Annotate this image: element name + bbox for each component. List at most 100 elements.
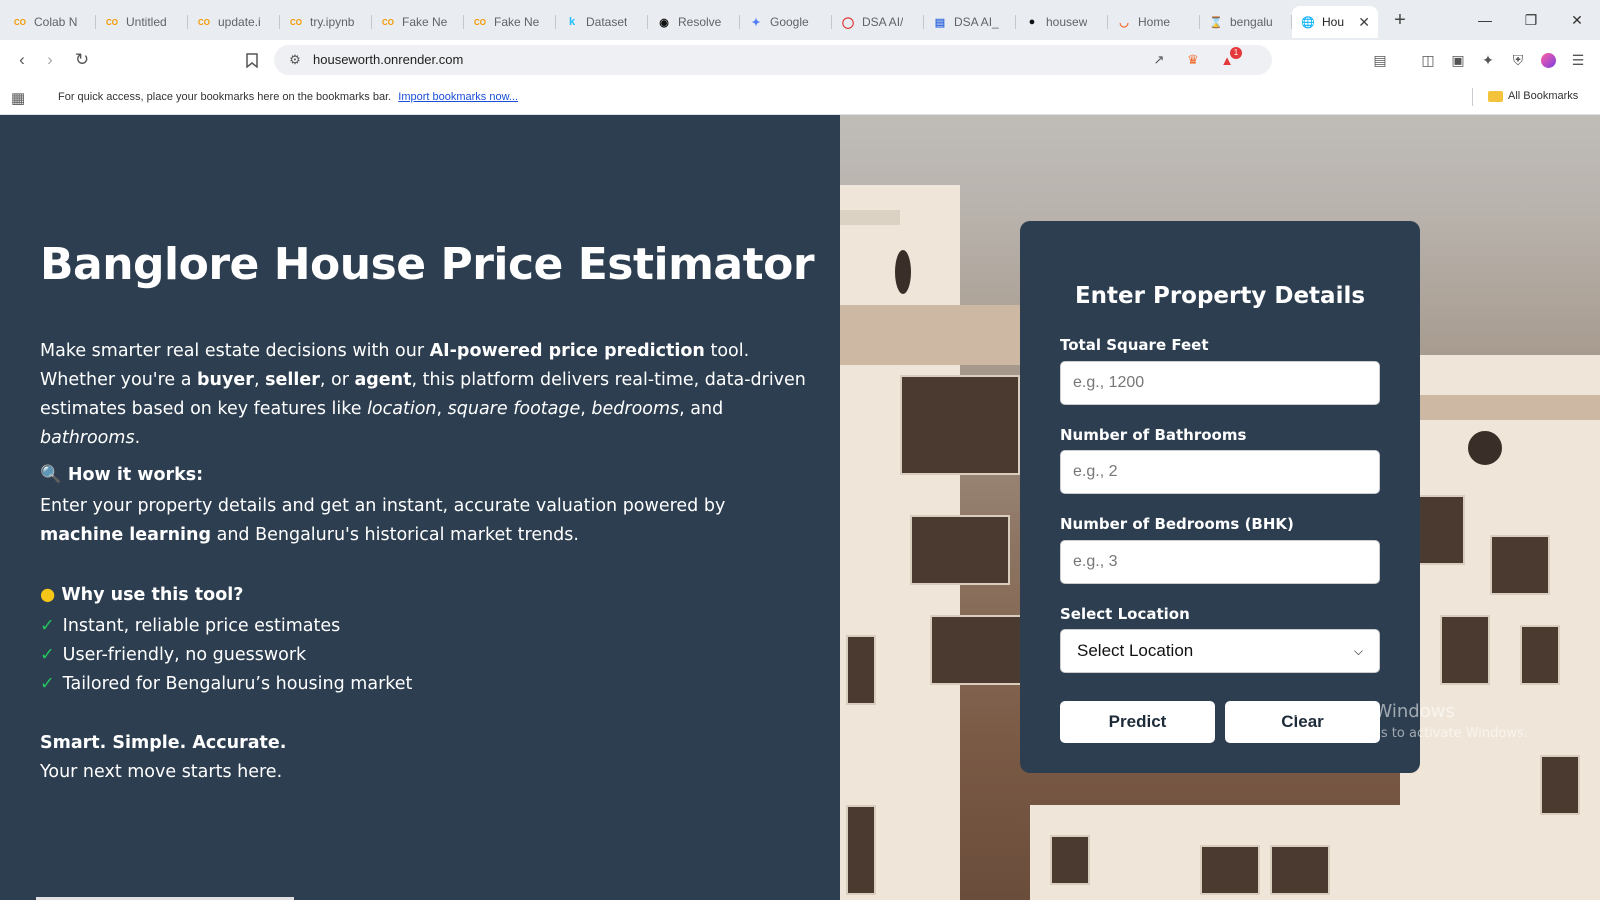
menu-icon[interactable]: ☰	[1568, 50, 1588, 70]
github-icon: ●	[1028, 16, 1036, 28]
restore-button[interactable]: ❐	[1508, 0, 1554, 40]
browser-toolbar: ‹ › ↻ ⚙ houseworth.onrender.com ↗ ♛ ▲ 1 …	[0, 40, 1600, 80]
tab-label: DSA AI/	[862, 15, 904, 29]
colab-icon: CO	[382, 17, 394, 27]
tab-label: Resolve	[678, 15, 722, 29]
site-settings-icon[interactable]: ⚙	[286, 51, 304, 69]
intro-text: ,	[580, 399, 592, 419]
url-text[interactable]: houseworth.onrender.com	[313, 52, 463, 67]
tab[interactable]: ⌛ bengalu	[1200, 6, 1292, 38]
colab-icon: CO	[198, 17, 210, 27]
tab-label: Hou	[1322, 15, 1345, 29]
form-title: Enter Property Details	[1074, 283, 1366, 309]
bookmark-icon[interactable]	[240, 48, 264, 72]
leo-ai-icon[interactable]: ✦	[1478, 50, 1498, 70]
tab[interactable]: ✦ Google	[740, 6, 832, 38]
close-tab-icon[interactable]: ✕	[1358, 14, 1370, 31]
tab[interactable]: CO Untitled	[96, 6, 188, 38]
page-content: Banglore House Price Estimator Make smar…	[0, 115, 1600, 900]
bathrooms-label: Number of Bathrooms	[1060, 426, 1247, 444]
brave-shield-icon[interactable]: ♛	[1184, 51, 1202, 69]
tab[interactable]: ◡ Home	[1108, 6, 1200, 38]
bookmarks-divider	[1472, 88, 1473, 106]
folder-icon	[1488, 90, 1503, 102]
tab-active[interactable]: 🌐 Hou ✕	[1292, 6, 1378, 38]
benefit-text: User-friendly, no guesswork	[62, 645, 307, 665]
tab[interactable]: ◉ Resolve	[648, 6, 740, 38]
benefit-text: Tailored for Bengaluru’s housing market	[62, 674, 413, 694]
location-selected-value: Select Location	[1077, 641, 1194, 660]
bookmarks-prompt: For quick access, place your bookmarks h…	[58, 91, 518, 103]
benefit-text: Instant, reliable price estimates	[62, 616, 341, 636]
intro-text: Make smarter real estate decisions with …	[40, 341, 430, 361]
tab[interactable]: CO Fake Ne	[464, 6, 556, 38]
close-window-button[interactable]: ✕	[1554, 0, 1600, 40]
minimize-button[interactable]: —	[1462, 0, 1508, 40]
vpn-icon[interactable]: ⛨	[1508, 50, 1528, 70]
tab[interactable]: ● housew	[1016, 6, 1108, 38]
back-button[interactable]: ‹	[10, 48, 34, 72]
tab[interactable]: ◯ DSA AI/	[832, 6, 924, 38]
tab-label: Fake Ne	[402, 15, 448, 29]
why-heading-text: Why use this tool?	[61, 585, 244, 605]
how-text: Enter your property details and get an i…	[40, 496, 726, 516]
sidebar-icon[interactable]: ◫	[1418, 50, 1438, 70]
address-bar[interactable]: ⚙ houseworth.onrender.com ↗ ♛ ▲ 1	[274, 45, 1272, 75]
property-form-card: Enter Property Details Total Square Feet…	[1020, 221, 1420, 773]
hourglass-icon: ⌛	[1209, 16, 1223, 29]
new-tab-button[interactable]: +	[1386, 6, 1414, 34]
intro-italic: location	[367, 399, 437, 419]
all-bookmarks-button[interactable]: All Bookmarks	[1488, 90, 1578, 102]
dsa-icon: ◯	[841, 16, 855, 29]
predict-button[interactable]: Predict	[1060, 701, 1215, 743]
how-emphasis: machine learning	[40, 525, 212, 545]
activation-watermark: Activate Windows Go to Settings to activ…	[1295, 701, 1528, 741]
reload-button[interactable]: ↻	[70, 48, 94, 72]
apps-grid-icon[interactable]: ▦	[11, 89, 25, 107]
reader-mode-icon[interactable]: ▤	[1370, 50, 1390, 70]
sqft-input[interactable]	[1060, 361, 1380, 405]
intro-paragraph: Make smarter real estate decisions with …	[40, 337, 810, 453]
profile-avatar[interactable]	[1538, 50, 1558, 70]
tab-label: Dataset	[586, 15, 628, 29]
magnifier-icon: 🔍	[40, 465, 62, 485]
tab[interactable]: CO update.i	[188, 6, 280, 38]
page-title: Banglore House Price Estimator	[40, 239, 815, 290]
intro-emphasis: AI-powered price prediction	[429, 341, 705, 361]
tab[interactable]: ▤ DSA AI_	[924, 6, 1016, 38]
tagline-sub: Your next move starts here.	[40, 762, 283, 782]
bathrooms-input[interactable]	[1060, 450, 1380, 494]
background-photo-panel: Enter Property Details Total Square Feet…	[840, 115, 1600, 900]
checkmark-icon: ✓	[40, 674, 55, 694]
why-heading: ● Why use this tool?	[40, 585, 243, 605]
tagline: Smart. Simple. Accurate.	[40, 733, 287, 753]
colab-icon: CO	[474, 17, 486, 27]
bookmarks-prompt-text: For quick access, place your bookmarks h…	[58, 91, 392, 103]
sqft-label: Total Square Feet	[1060, 336, 1209, 354]
intro-emphasis: seller	[265, 370, 320, 390]
tab[interactable]: CO Colab N	[4, 6, 96, 38]
benefits-list: ✓ Instant, reliable price estimates ✓ User…	[40, 612, 412, 699]
share-icon[interactable]: ↗	[1150, 51, 1168, 69]
intro-text: , and	[679, 399, 724, 419]
how-text: and Bengaluru's historical market trends…	[211, 525, 579, 545]
intro-text: ,	[253, 370, 266, 390]
tab-label: Fake Ne	[494, 15, 540, 29]
tab[interactable]: k Dataset	[556, 6, 648, 38]
openai-icon: ◉	[659, 16, 669, 29]
wallet-icon[interactable]: ▣	[1448, 50, 1468, 70]
activate-title: Activate Windows	[1295, 701, 1455, 722]
import-bookmarks-link[interactable]: Import bookmarks now...	[398, 91, 518, 103]
forward-button[interactable]: ›	[38, 48, 62, 72]
list-item: ✓ Instant, reliable price estimates	[40, 612, 412, 641]
intro-italic: bathrooms	[40, 428, 135, 448]
tab-label: housew	[1046, 15, 1088, 29]
colab-icon: CO	[14, 17, 26, 27]
intro-text: ,	[436, 399, 448, 419]
location-select[interactable]: Select Location ⌵	[1060, 629, 1380, 673]
bhk-input[interactable]	[1060, 540, 1380, 584]
tab-label: update.i	[218, 15, 261, 29]
tab[interactable]: CO Fake Ne	[372, 6, 464, 38]
tab[interactable]: CO try.ipynb	[280, 6, 372, 38]
list-item: ✓ User-friendly, no guesswork	[40, 641, 412, 670]
